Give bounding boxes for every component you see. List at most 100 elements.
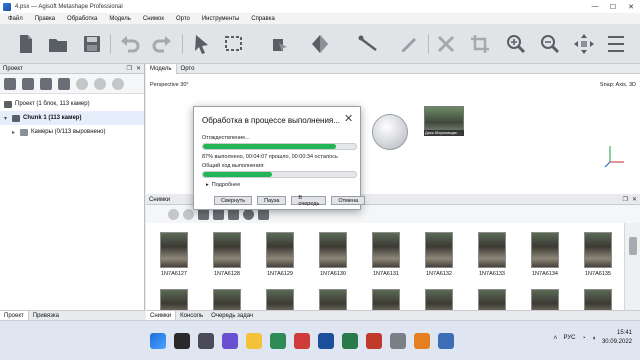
photo-thumbnail[interactable] [525,289,565,310]
close-panel-icon[interactable]: ✕ [136,65,141,72]
tab-console[interactable]: Консоль [176,311,207,321]
save-icon[interactable] [80,32,104,56]
scrollbar-thumb[interactable] [629,237,637,255]
photo-thumbnail[interactable]: 1N7A6130 [313,232,353,277]
photo-thumbnail[interactable]: 1N7A6135 [578,232,618,277]
metashape-icon[interactable] [318,333,334,349]
tab-reference[interactable]: Привязка [29,311,63,321]
chrome-icon[interactable] [342,333,358,349]
edge-icon[interactable] [270,333,286,349]
draw-polyline-icon[interactable] [396,32,420,56]
zoom-out-icon[interactable] [538,32,562,56]
photo-thumbnail[interactable]: 1N7A6134 [525,232,565,277]
tab-project[interactable]: Проект [0,310,29,321]
rectangle-selection-icon[interactable] [222,32,246,56]
menu-help[interactable]: Справка [251,16,275,22]
photo-thumbnail[interactable] [154,289,194,310]
menu-file[interactable]: Файл [8,16,23,22]
close-icon[interactable]: ✕ [344,114,353,125]
menu-model[interactable]: Модель [109,16,131,22]
menu-ortho[interactable]: Орто [176,16,190,22]
start-icon[interactable] [150,333,166,349]
add-photos-icon[interactable] [22,77,34,90]
rotate-left-icon[interactable] [198,208,209,220]
photo-thumbnail[interactable]: 1N7A6128 [207,232,247,277]
zoom-in-icon[interactable] [504,32,528,56]
photo-thumbnail[interactable] [366,289,406,310]
details-toggle[interactable]: ▸ Подробнее [206,182,240,188]
photo-thumbnail[interactable] [260,289,300,310]
disable-photo-icon[interactable] [183,208,194,220]
enable-item-icon[interactable] [112,77,124,90]
add-marker-icon[interactable] [58,77,70,90]
remove-photo-icon[interactable] [168,208,179,220]
photo-thumbnail[interactable]: 1N7A6133 [472,232,512,277]
delete-selection-icon[interactable] [434,32,458,56]
tab-ortho[interactable]: Орто [177,64,199,74]
close-icon[interactable]: ✕ [622,0,640,13]
add-folder-icon[interactable] [40,77,52,90]
navigation-cursor-icon[interactable] [190,32,214,56]
clock[interactable]: 15:41 30.09.2022 [602,329,632,347]
app-icon[interactable] [390,333,406,349]
widgets-icon[interactable] [222,333,238,349]
float-panel-icon[interactable]: ❐ [127,65,132,72]
language-indicator[interactable]: РУС [563,335,575,341]
tree-item-project[interactable]: Проект (1 блок, 113 камер) [0,97,144,111]
menu-workflow[interactable]: Обработка [67,16,97,22]
float-panel-icon[interactable]: ❐ [623,196,628,203]
tab-photos[interactable]: Снимки [146,310,177,321]
expand-icon[interactable]: ▸ [12,129,18,136]
new-document-icon[interactable] [14,32,38,56]
photos-scrollbar[interactable] [624,223,640,310]
photo-thumbnail[interactable] [313,289,353,310]
photo-thumbnail[interactable]: 1N7A6129 [260,232,300,277]
crop-icon[interactable] [468,32,492,56]
rotate-right-icon[interactable] [213,208,224,220]
minimize-icon[interactable]: — [586,0,604,13]
tab-jobs[interactable]: Очередь задач [207,311,257,321]
app-icon[interactable] [438,333,454,349]
open-folder-icon[interactable] [46,32,70,56]
tree-item-chunk[interactable]: ▾ Chunk 1 (113 камер) [0,111,144,125]
app-icon[interactable] [366,333,382,349]
search-icon[interactable] [174,333,190,349]
undo-icon[interactable] [118,32,142,56]
filter-photos-icon[interactable] [243,208,254,220]
tab-model[interactable]: Модель [146,63,177,74]
photo-thumbnail[interactable]: 1N7A6132 [419,232,459,277]
view-mode-icon[interactable] [258,208,269,220]
pause-button[interactable]: Пауза [257,196,287,205]
task-view-icon[interactable] [198,333,214,349]
rotate-object-icon[interactable] [308,32,332,56]
maximize-icon[interactable]: ☐ [604,0,622,13]
collapse-icon[interactable]: ▾ [4,115,10,122]
wifi-icon[interactable]: ◔ [582,335,586,342]
close-panel-icon[interactable]: ✕ [632,196,637,203]
chevron-up-icon[interactable]: ˄ [553,335,557,342]
trackball-sphere[interactable] [372,114,408,150]
photo-thumbnail[interactable] [578,289,618,310]
photo-thumbnail[interactable]: 1N7A6131 [366,232,406,277]
app-icon[interactable] [414,333,430,349]
disable-item-icon[interactable] [94,77,106,90]
photo-thumbnail[interactable]: 1N7A6127 [154,232,194,277]
reset-view-icon[interactable] [572,32,596,56]
volume-icon[interactable]: ◖ [592,335,596,342]
remove-item-icon[interactable] [76,77,88,90]
menu-photo[interactable]: Снимок [143,16,164,22]
menu-edit[interactable]: Правка [35,16,55,22]
add-chunk-icon[interactable] [4,77,16,90]
minimize-button[interactable]: Свернуть [214,196,253,205]
queue-button[interactable]: В очередь [291,195,327,207]
redo-icon[interactable] [150,32,174,56]
photo-thumbnail[interactable] [419,289,459,310]
cancel-button[interactable]: Отмена [331,196,366,205]
menu-tools[interactable]: Инструменты [202,16,239,22]
photo-thumbnail[interactable] [207,289,247,310]
ruler-icon[interactable] [356,32,380,56]
tree-item-cameras[interactable]: ▸ Камеры (0/113 выровнено) [0,125,144,139]
more-tools-icon[interactable] [604,32,628,56]
reset-mask-icon[interactable] [228,208,239,220]
file-explorer-icon[interactable] [246,333,262,349]
